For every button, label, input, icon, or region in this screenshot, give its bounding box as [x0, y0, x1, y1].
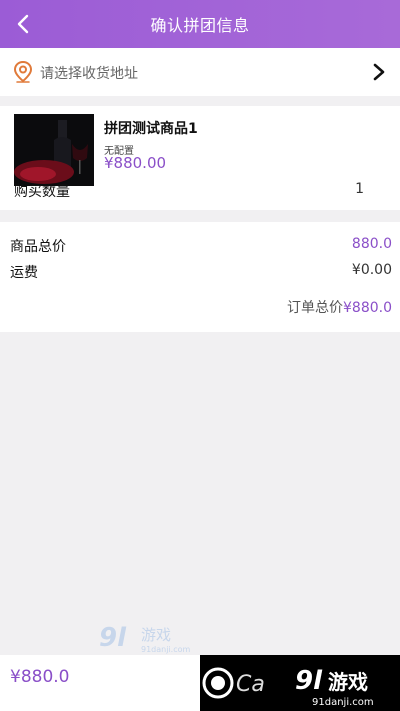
watermark-logo: 9l 游戏 91danji.com	[99, 623, 191, 654]
location-pin-icon	[13, 60, 33, 83]
shipping-label: 运费	[10, 265, 38, 281]
product-name: 拼团测试商品1	[104, 121, 198, 137]
product-image	[14, 114, 94, 186]
footer-total-price: ¥880.0	[10, 667, 70, 687]
top-nav-bar: 确认拼团信息	[0, 0, 400, 48]
svg-text:游戏: 游戏	[328, 670, 368, 694]
address-selector[interactable]: 请选择收货地址	[0, 48, 400, 96]
chevron-right-icon	[373, 63, 385, 81]
page-title: 确认拼团信息	[150, 16, 250, 35]
svg-text:9l: 9l	[99, 623, 127, 653]
chevron-left-icon	[17, 14, 29, 34]
svg-text:9l: 9l	[295, 666, 323, 696]
svg-text:Ca: Ca	[236, 672, 265, 697]
svg-text:游戏: 游戏	[141, 626, 171, 644]
address-placeholder: 请选择收货地址	[40, 66, 138, 82]
product-price: ¥880.00	[104, 154, 167, 172]
order-total-value: ¥880.0	[343, 300, 392, 316]
corner-watermark: Ca 9l 游戏 91danji.com	[200, 655, 400, 711]
goods-total-label: 商品总价	[10, 239, 66, 255]
goods-total-value: 880.0	[351, 236, 392, 252]
order-total: 订单总价¥880.0	[287, 297, 392, 317]
order-total-label: 订单总价	[287, 300, 343, 316]
quantity-label: 购买数量	[14, 184, 70, 200]
quantity-value: 1	[355, 181, 364, 197]
svg-text:91danji.com: 91danji.com	[312, 697, 374, 708]
svg-text:91danji.com: 91danji.com	[141, 645, 191, 654]
shipping-value: ¥0.00	[351, 262, 392, 278]
back-button[interactable]	[10, 10, 36, 38]
